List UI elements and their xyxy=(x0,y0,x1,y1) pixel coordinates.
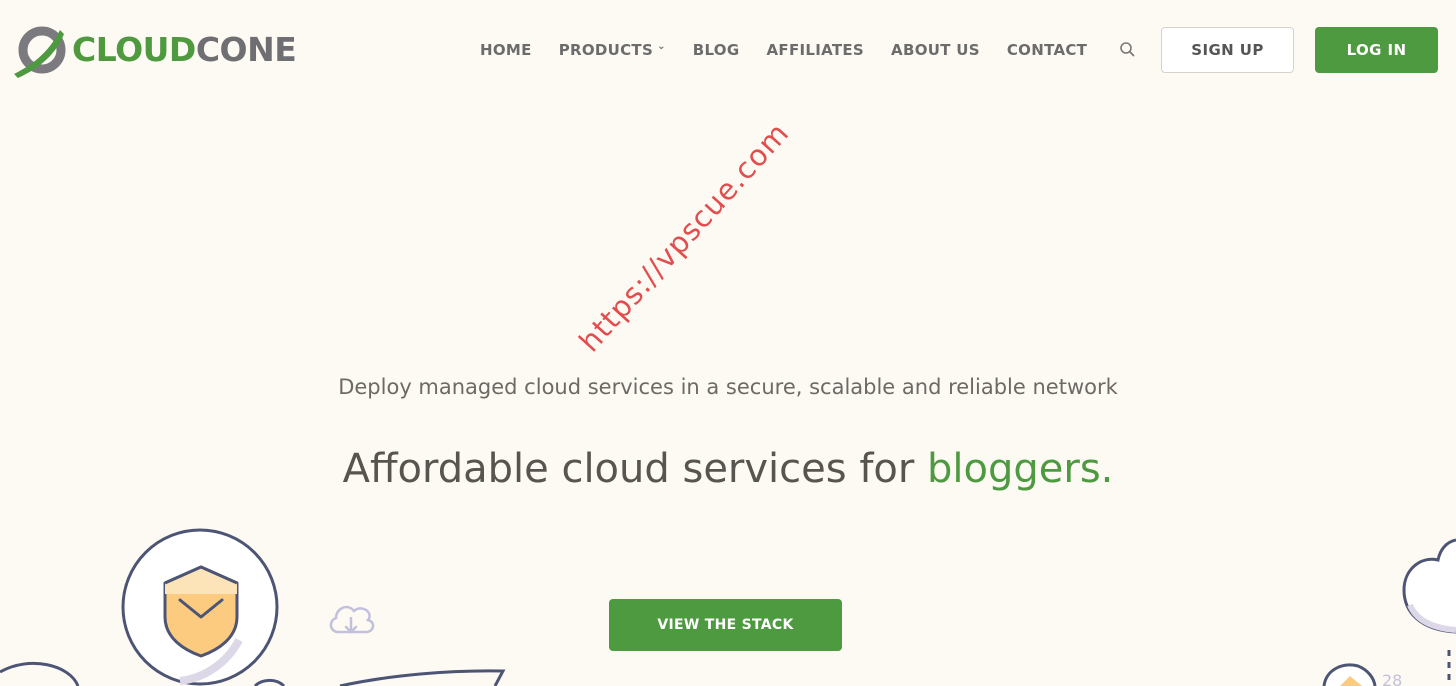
cloud-download-icon xyxy=(329,605,375,634)
cloudcone-logo-icon xyxy=(14,26,66,78)
site-header: CLOUDCONE HOME PRODUCTS ⌄ BLOG AFFILIATE… xyxy=(0,0,1456,100)
brand-name: CLOUDCONE xyxy=(72,30,297,69)
cloud-icon xyxy=(1402,538,1456,634)
nav-contact[interactable]: CONTACT xyxy=(1007,41,1087,59)
chevron-down-icon: ⌄ xyxy=(657,41,666,52)
nav-affiliates[interactable]: AFFILIATES xyxy=(766,41,864,59)
brand-logo[interactable]: CLOUDCONE xyxy=(12,22,297,78)
watermark: https://vpscue.com xyxy=(572,115,796,359)
nav-products[interactable]: PRODUCTS ⌄ xyxy=(559,41,666,59)
log-in-button[interactable]: LOG IN xyxy=(1315,27,1438,73)
hero-illustration: 28 xyxy=(0,528,1456,686)
nav-products-label: PRODUCTS xyxy=(558,41,654,59)
hero-headline-prefix: Affordable cloud services for xyxy=(342,446,928,492)
partial-number: 28 xyxy=(1382,671,1402,686)
view-the-stack-button[interactable]: VIEW THE STACK xyxy=(609,599,842,651)
sign-up-button[interactable]: SIGN UP xyxy=(1161,27,1294,73)
search-icon[interactable] xyxy=(1118,40,1138,60)
hero-subtitle: Deploy managed cloud services in a secur… xyxy=(338,375,1118,399)
hero-headline: Affordable cloud services for bloggers. xyxy=(0,446,1456,492)
shield-icon xyxy=(121,528,279,686)
main-nav: HOME PRODUCTS ⌄ BLOG AFFILIATES ABOUT US… xyxy=(480,38,1114,62)
nav-about-us[interactable]: ABOUT US xyxy=(891,41,980,59)
nav-blog[interactable]: BLOG xyxy=(693,41,740,59)
nav-home[interactable]: HOME xyxy=(480,41,532,59)
hero-headline-accent: bloggers. xyxy=(927,446,1114,492)
